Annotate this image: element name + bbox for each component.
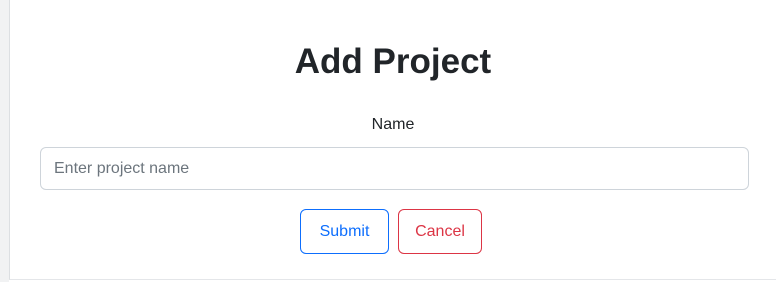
cancel-button[interactable]: Cancel — [398, 209, 482, 254]
project-name-input[interactable] — [40, 147, 749, 190]
page-title: Add Project — [294, 42, 492, 81]
page: Add Project Name Submit Cancel — [0, 0, 776, 282]
submit-button[interactable]: Submit — [300, 209, 389, 254]
left-edge-divider — [0, 0, 9, 282]
add-project-form: Add Project Name Submit Cancel — [9, 0, 776, 280]
name-label: Name — [371, 116, 415, 133]
